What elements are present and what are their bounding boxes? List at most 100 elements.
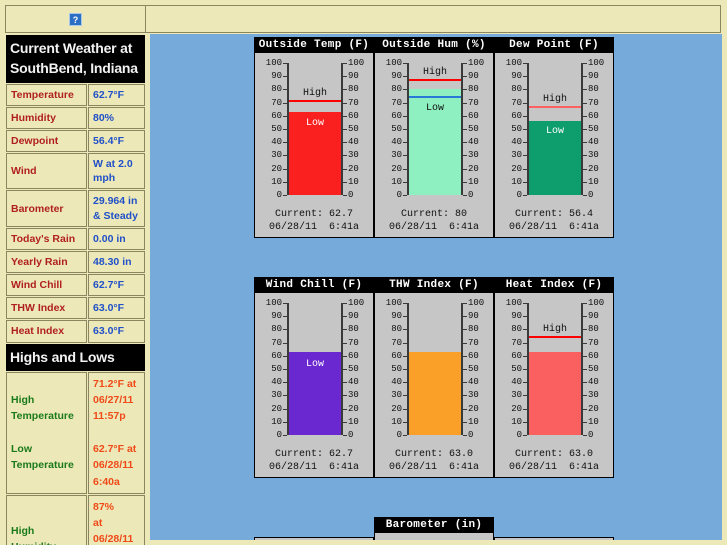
axis-tick	[523, 435, 527, 436]
gauge-current-value: Current: 80	[400, 209, 467, 220]
axis-tick	[523, 63, 527, 64]
axis-tick-label: 100	[505, 298, 522, 308]
axis-tick-label: 50	[348, 364, 359, 374]
gauge-dew-point-f: Dew Point (F) 0 0 10 10 20 20 30 30 40 40 50 50 60 60 7…	[494, 37, 614, 238]
axis-tick	[343, 435, 347, 436]
gauge-plot: 0 0 10 10 20 20 30 30 40 40 50 50 60 60 70 70 80 80 90 90 10…	[266, 299, 364, 440]
axis-tick-label: 0	[276, 430, 282, 440]
axis-tick-label: 10	[348, 416, 359, 427]
axis-tick-label: 40	[468, 137, 479, 148]
axis-tick	[403, 382, 407, 384]
axis-tick	[403, 181, 407, 183]
axis-tick-label: 60	[271, 110, 282, 121]
axis-tick-label: 80	[391, 84, 402, 95]
gauge-plot: 0 0 10 10 20 20 30 30 40 40 50 50 60 60 70 70 80 80 90 90 10…	[386, 59, 484, 200]
axis-tick	[403, 421, 407, 423]
axis-tick-label: 10	[511, 416, 522, 427]
axis-tick	[523, 355, 527, 357]
axis-tick-label: 80	[391, 324, 402, 335]
gauge-body	[375, 533, 493, 540]
gauge-footer: Current: 80 06/28/11 6:41a	[375, 208, 493, 237]
axis-tick	[523, 342, 527, 344]
axis-tick	[403, 195, 407, 196]
metric-value: 0.00 in	[88, 227, 145, 250]
axis-tick	[283, 408, 287, 410]
axis-tick-label: 80	[348, 324, 359, 335]
axis-tick	[283, 155, 287, 157]
axis-tick-label: 70	[391, 337, 402, 348]
axis-tick-label: 70	[468, 337, 479, 348]
axis-tick	[523, 195, 527, 196]
axis-tick	[403, 408, 407, 410]
axis-tick	[463, 155, 467, 157]
axis-tick-label: 60	[468, 350, 479, 361]
axis-tick	[583, 76, 587, 78]
low-annotation: Low	[545, 125, 564, 137]
axis-tick	[403, 342, 407, 344]
gauge-body: 0 0 10 10 20 20 30 30 40 40 50 50 60 60 70 70 80 80 90 90 10…	[375, 53, 493, 208]
axis-tick-label: 80	[511, 324, 522, 335]
axis-tick-label: 60	[511, 110, 522, 121]
axis-tick-label: 100	[468, 298, 485, 308]
axis-tick-label: 30	[588, 390, 599, 401]
gauge-body: 0 0 10 10 20 20 30 30 40 40 50 50 60 60 70 70 80 80 90 90 10…	[375, 293, 493, 448]
gauge-partial-2	[494, 537, 614, 540]
axis-tick-label: 30	[348, 390, 359, 401]
table-row: Dewpoint 56.4°F	[6, 129, 145, 153]
axis-tick	[343, 303, 347, 304]
axis-tick	[343, 89, 347, 91]
axis-tick	[403, 329, 407, 331]
axis-tick-label: 90	[271, 311, 282, 322]
high-annotation: High	[302, 88, 327, 100]
gauge-title: Outside Hum (%)	[375, 38, 493, 53]
gauge-wind-chill-f: Wind Chill (F) 0 0 10 10 20 20 30 30 40 40 50 50 60 60…	[254, 277, 374, 478]
highlow-label: High Temperature Low Temperature	[6, 371, 87, 494]
axis-tick-label: 0	[276, 190, 282, 200]
axis-tick	[583, 329, 587, 331]
axis-tick	[403, 435, 407, 436]
axis-tick	[523, 408, 527, 410]
table-row: Humidity 80%	[6, 106, 145, 129]
axis-tick-label: 20	[588, 163, 599, 174]
axis-tick	[463, 342, 467, 344]
axis-tick	[583, 89, 587, 91]
axis-tick	[403, 369, 407, 370]
metric-value: 29.964 in & Steady	[88, 190, 145, 227]
axis-tick-label: 20	[468, 403, 479, 414]
gauge-title: Dew Point (F)	[495, 38, 613, 53]
axis-tick	[403, 142, 407, 144]
axis-tick	[283, 195, 287, 196]
axis-tick	[523, 115, 527, 117]
axis-tick-label: 50	[588, 124, 599, 134]
gauge-title: Heat Index (F)	[495, 278, 613, 293]
axis-tick-label: 0	[588, 430, 594, 440]
axis-tick	[283, 303, 287, 304]
axis-tick	[343, 63, 347, 64]
gauge-bar	[529, 351, 581, 435]
gauge-footer: Current: 62.7 06/28/11 6:41a	[255, 208, 373, 237]
axis-tick-label: 90	[348, 71, 359, 82]
axis-tick	[343, 355, 347, 357]
axis-tick	[463, 408, 467, 410]
table-row: Current Weather at SouthBend, Indiana	[6, 35, 145, 83]
axis-tick-label: 90	[348, 311, 359, 322]
axis-tick-label: 30	[511, 390, 522, 401]
axis-tick	[583, 142, 587, 144]
axis-tick-label: 10	[511, 176, 522, 187]
metric-value: 62.7°F	[88, 274, 145, 297]
gauge-current-value: Current: 56.4	[514, 209, 593, 220]
axis-tick-label: 40	[391, 377, 402, 388]
high-marker-line	[289, 100, 341, 103]
broken-image-icon[interactable]: ?	[69, 12, 82, 26]
axis-tick-label: 60	[348, 110, 359, 121]
axis-tick	[583, 115, 587, 117]
axis-tick	[463, 382, 467, 384]
axis-tick	[283, 102, 287, 104]
axis-tick-label: 20	[391, 403, 402, 414]
axis-tick	[583, 369, 587, 370]
axis-tick	[583, 63, 587, 64]
axis-tick-label: 30	[468, 390, 479, 401]
low-annotation: Low	[305, 359, 324, 371]
axis-tick	[523, 181, 527, 183]
header-row: ?	[5, 5, 721, 33]
